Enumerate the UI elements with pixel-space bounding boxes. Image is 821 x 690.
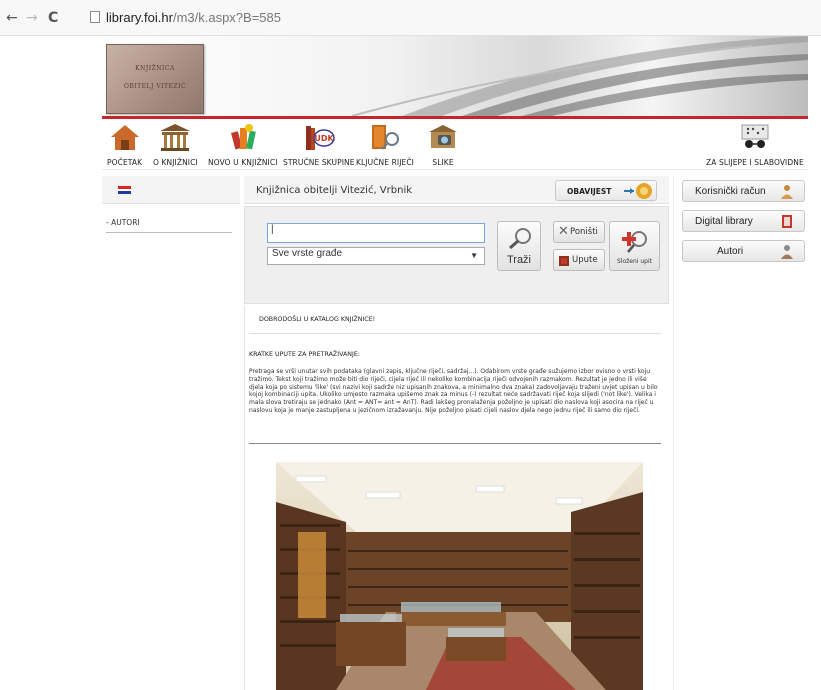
- welcome-heading: DOBRODOŠLI U KATALOG KNJIŽNICE!: [259, 316, 376, 323]
- nav-item-novo[interactable]: NOVO U KNJIŽNICI: [208, 122, 278, 167]
- right-sidebar: Korisnički račun Digital library Autori: [673, 176, 808, 690]
- nav-label: NOVO U KNJIŽNICI: [208, 158, 278, 167]
- braille-glasses-icon: [741, 124, 769, 148]
- obavijest-button[interactable]: OBAVIJEST: [555, 180, 657, 201]
- advanced-query-label: Složeni upit: [617, 258, 652, 265]
- library-plaque-logo[interactable]: KNJIŽNICA OBITELJ VITEZIĆ: [106, 44, 204, 114]
- search-input[interactable]: |: [267, 223, 485, 243]
- welcome-content: DOBRODOŠLI U KATALOG KNJIŽNICE! KRATKE U…: [244, 306, 669, 690]
- search-button[interactable]: Traži: [497, 221, 541, 271]
- library-interior-photo: [276, 462, 643, 690]
- keywords-icon: [372, 125, 399, 150]
- nav-label: ZA SLIJEPE I SLABOVIDNE: [706, 158, 804, 167]
- browser-toolbar: ← → C library.foi.hr /m3/k.aspx?B=585: [0, 0, 821, 36]
- user-account-icon: [781, 185, 793, 199]
- reset-button[interactable]: ✕ Poništi: [553, 221, 605, 243]
- material-type-select[interactable]: Sve vrste građe ▼: [267, 247, 485, 265]
- library-building-icon: [160, 124, 191, 151]
- nav-label: KLJUČNE RIJEČI: [356, 158, 414, 167]
- search-button-label: Traži: [506, 254, 532, 266]
- library-page: KNJIŽNICA OBITELJ VITEZIĆ POČETAK O KNJI: [102, 36, 808, 690]
- top-navigation: POČETAK O KNJIŽNICI NOVO U KNJIŽNICI UDK…: [102, 120, 808, 170]
- header-banner: KNJIŽNICA OBITELJ VITEZIĆ: [102, 36, 808, 116]
- user-account-label: Korisnički račun: [695, 186, 766, 197]
- plaque-line2: OBITELJ VITEZIĆ: [123, 83, 187, 90]
- book-icon: [782, 215, 792, 228]
- swoosh-graphic: [351, 36, 808, 116]
- divider: [249, 443, 661, 444]
- authors-label: Autori: [717, 246, 744, 257]
- language-bar: [102, 176, 240, 204]
- plaque-line1: KNJIŽNICA: [135, 65, 175, 72]
- croatian-flag-icon[interactable]: [118, 186, 131, 194]
- instructions-paragraph: Pretraga se vrši unutar svih podataka (g…: [249, 368, 658, 414]
- nav-item-o-knjiznici[interactable]: O KNJIŽNICI: [153, 122, 198, 167]
- material-type-value: Sve vrste građe: [272, 248, 343, 259]
- nav-item-slike[interactable]: SLIKE: [427, 122, 459, 167]
- dropdown-arrow-icon: ▼: [470, 251, 478, 260]
- digital-library-label: Digital library: [695, 216, 753, 227]
- sidebar-item-autori[interactable]: - AUTORI: [106, 218, 140, 227]
- announcement-icon: [624, 183, 652, 199]
- nav-item-za-slijepe[interactable]: ZA SLIJEPE I SLABOVIDNE: [706, 122, 804, 167]
- left-sidebar: - AUTORI: [102, 176, 240, 690]
- help-button[interactable]: Upute: [553, 249, 605, 271]
- obavijest-label: OBAVIJEST: [567, 187, 612, 196]
- address-bar[interactable]: library.foi.hr /m3/k.aspx?B=585: [90, 7, 281, 27]
- new-books-icon: [230, 124, 256, 150]
- user-account-button[interactable]: Korisnički račun: [682, 180, 805, 202]
- title-bar: Knjižnica obitelji Vitezić, Vrbnik OBAVI…: [244, 176, 669, 204]
- page-title: Knjižnica obitelji Vitezić, Vrbnik: [256, 185, 413, 196]
- nav-label: POČETAK: [107, 158, 143, 167]
- url-host: library.foi.hr: [106, 9, 173, 25]
- page-icon: [90, 11, 100, 23]
- reset-button-label: Poništi: [570, 227, 598, 237]
- author-person-icon: [781, 245, 793, 259]
- header-divider: [102, 116, 808, 119]
- url-path: /m3/k.aspx?B=585: [172, 9, 281, 25]
- main-content: Knjižnica obitelji Vitezić, Vrbnik OBAVI…: [244, 176, 669, 690]
- back-arrow-icon[interactable]: ←: [6, 10, 18, 26]
- library-interior-image: [276, 462, 643, 690]
- nav-label: STRUČNE SKUPINE: [283, 158, 355, 167]
- photo-camera-icon: [429, 125, 457, 148]
- help-book-icon: [559, 256, 569, 266]
- divider: [249, 333, 661, 334]
- house-icon: [110, 125, 139, 150]
- x-icon: ✕: [558, 224, 569, 239]
- forward-arrow-icon[interactable]: →: [26, 10, 38, 26]
- reload-icon[interactable]: C: [48, 10, 58, 26]
- nav-item-strucne-skupine[interactable]: UDK STRUČNE SKUPINE: [283, 122, 355, 167]
- authors-button[interactable]: Autori: [682, 240, 805, 262]
- nav-item-kljucne-rijeci[interactable]: KLJUČNE RIJEČI: [356, 122, 414, 167]
- nav-item-pocetak[interactable]: POČETAK: [107, 122, 142, 167]
- help-button-label: Upute: [572, 255, 598, 265]
- instructions-heading: KRATKE UPUTE ZA PRETRAŽIVANJE:: [249, 351, 360, 358]
- sidebar-divider: [106, 232, 232, 233]
- magnifier-icon: [509, 228, 531, 250]
- nav-label: O KNJIŽNICI: [153, 158, 198, 167]
- udk-books-icon: UDK: [305, 126, 335, 150]
- svg-text:UDK: UDK: [314, 134, 334, 143]
- search-panel: | Sve vrste građe ▼ Traži ✕ Poništi Uput…: [244, 206, 669, 304]
- advanced-query-button[interactable]: Složeni upit: [609, 221, 660, 271]
- advanced-search-plus-icon: [622, 231, 647, 253]
- nav-label: SLIKE: [432, 158, 454, 167]
- digital-library-button[interactable]: Digital library: [682, 210, 805, 232]
